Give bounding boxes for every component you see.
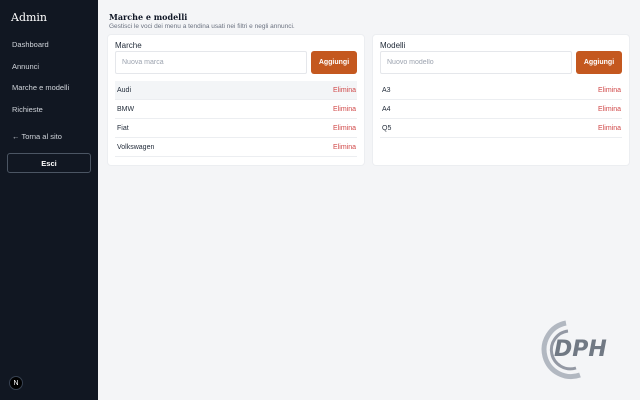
new-brand-input[interactable] bbox=[115, 51, 307, 74]
sidebar-item-richieste[interactable]: Richieste bbox=[12, 105, 43, 114]
list-item: Fiat Elimina bbox=[115, 119, 357, 138]
models-card-title: Modelli bbox=[380, 41, 406, 50]
models-list: A3 Elimina A4 Elimina Q5 Elimina bbox=[380, 81, 622, 138]
delete-brand-button[interactable]: Elimina bbox=[333, 144, 357, 151]
list-item: Q5 Elimina bbox=[380, 119, 622, 138]
brands-list: Audi Elimina BMW Elimina Fiat Elimina Vo… bbox=[115, 81, 357, 157]
sidebar-item-dashboard[interactable]: Dashboard bbox=[12, 40, 49, 49]
dph-logo-watermark: DPH bbox=[541, 320, 607, 380]
models-card: Modelli Aggiungi A3 Elimina A4 Elimina Q… bbox=[373, 35, 629, 165]
list-item: Audi Elimina bbox=[115, 81, 357, 100]
sidebar-title: Admin bbox=[11, 11, 48, 24]
page-title: Marche e modelli bbox=[109, 12, 188, 22]
delete-brand-button[interactable]: Elimina bbox=[333, 87, 357, 94]
model-name: A4 bbox=[382, 105, 391, 113]
watermark-text: DPH bbox=[554, 337, 607, 362]
model-name: Q5 bbox=[382, 124, 392, 132]
sidebar-item-annunci[interactable]: Annunci bbox=[12, 62, 39, 71]
sidebar-item-marche-modelli[interactable]: Marche e modelli bbox=[12, 83, 69, 92]
n-badge-icon[interactable]: N bbox=[9, 376, 23, 390]
add-brand-button[interactable]: Aggiungi bbox=[311, 51, 357, 74]
model-name: A3 bbox=[382, 86, 391, 94]
list-item: A3 Elimina bbox=[380, 81, 622, 100]
list-item: BMW Elimina bbox=[115, 100, 357, 119]
new-model-input[interactable] bbox=[380, 51, 572, 74]
logout-button[interactable]: Esci bbox=[7, 153, 91, 173]
brand-name: Fiat bbox=[117, 124, 129, 132]
back-to-site-link[interactable]: ← Torna al sito bbox=[12, 132, 62, 141]
delete-model-button[interactable]: Elimina bbox=[598, 125, 622, 132]
delete-model-button[interactable]: Elimina bbox=[598, 106, 622, 113]
list-item: Volkswagen Elimina bbox=[115, 138, 357, 157]
delete-model-button[interactable]: Elimina bbox=[598, 87, 622, 94]
list-item: A4 Elimina bbox=[380, 100, 622, 119]
delete-brand-button[interactable]: Elimina bbox=[333, 106, 357, 113]
delete-brand-button[interactable]: Elimina bbox=[333, 125, 357, 132]
page-subtitle: Gestisci le voci dei menu a tendina usat… bbox=[109, 23, 295, 30]
brand-name: BMW bbox=[117, 105, 135, 113]
sidebar: Admin Dashboard Annunci Marche e modelli… bbox=[0, 0, 98, 400]
brand-name: Volkswagen bbox=[117, 143, 155, 151]
add-model-button[interactable]: Aggiungi bbox=[576, 51, 622, 74]
brands-card: Marche Aggiungi Audi Elimina BMW Elimina… bbox=[108, 35, 364, 165]
brands-card-title: Marche bbox=[115, 41, 142, 50]
brand-name: Audi bbox=[117, 86, 132, 94]
